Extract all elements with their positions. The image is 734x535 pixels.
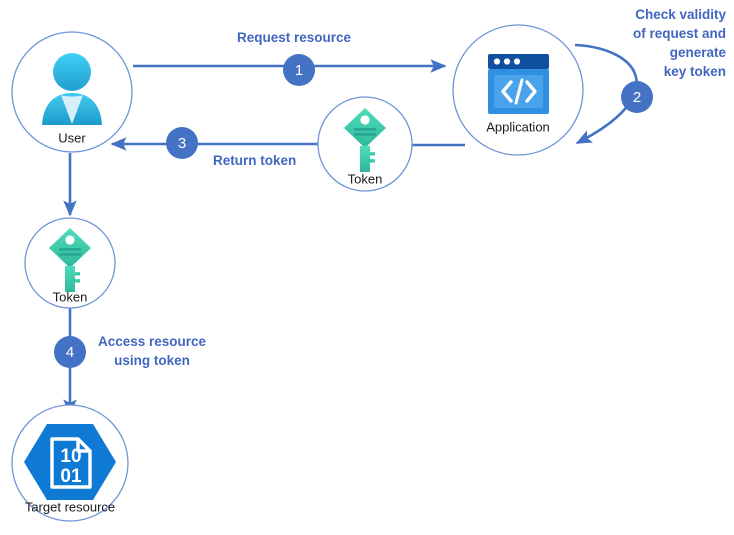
- flow-label-access-resource: Access resource using token: [98, 334, 207, 368]
- step-badge-3-number: 3: [178, 135, 186, 152]
- node-token-left-label: Token: [53, 289, 88, 304]
- node-token-middle[interactable]: Token: [317, 96, 413, 192]
- step-badge-3[interactable]: 3: [166, 127, 198, 159]
- node-token-middle-label: Token: [348, 171, 383, 186]
- node-user[interactable]: User: [11, 31, 133, 153]
- flow-label-return-token: Return token: [213, 153, 296, 168]
- application-code-window-icon: [488, 54, 549, 114]
- node-target-resource[interactable]: 10 01 Target resource: [11, 404, 129, 522]
- node-application[interactable]: Application: [452, 24, 584, 156]
- step-badge-4[interactable]: 4: [54, 336, 86, 368]
- flow-label-access-resource-line-1: Access resource: [98, 334, 207, 349]
- step-badge-4-number: 4: [66, 344, 74, 361]
- flow-label-check-validity-line-1: Check validity: [635, 7, 726, 22]
- step-badge-2-number: 2: [633, 89, 641, 106]
- flow-label-access-resource-line-2: using token: [114, 353, 190, 368]
- step-badge-1[interactable]: 1: [283, 54, 315, 86]
- node-token-left[interactable]: Token: [24, 217, 116, 309]
- diagram-svg: User Application Token Token 10 01 Targe…: [11, 7, 727, 522]
- flow-label-check-validity-line-3: generate: [670, 45, 727, 60]
- flow-label-check-validity-line-2: of request and: [633, 26, 726, 41]
- node-application-label: Application: [486, 119, 550, 134]
- flow-label-check-validity-line-4: key token: [664, 64, 726, 79]
- node-user-label: User: [58, 130, 86, 145]
- flow-label-check-validity: Check validity of request and generate k…: [633, 7, 727, 79]
- target-resource-bits-top: 10: [60, 446, 81, 467]
- node-target-resource-label: Target resource: [25, 499, 115, 514]
- step-badge-1-number: 1: [295, 62, 303, 79]
- flow-label-request-resource: Request resource: [237, 30, 352, 45]
- step-badge-2[interactable]: 2: [621, 81, 653, 113]
- diagram-canvas: User Application Token Token 10 01 Targe…: [0, 0, 734, 535]
- target-resource-bits-bottom: 01: [60, 466, 82, 487]
